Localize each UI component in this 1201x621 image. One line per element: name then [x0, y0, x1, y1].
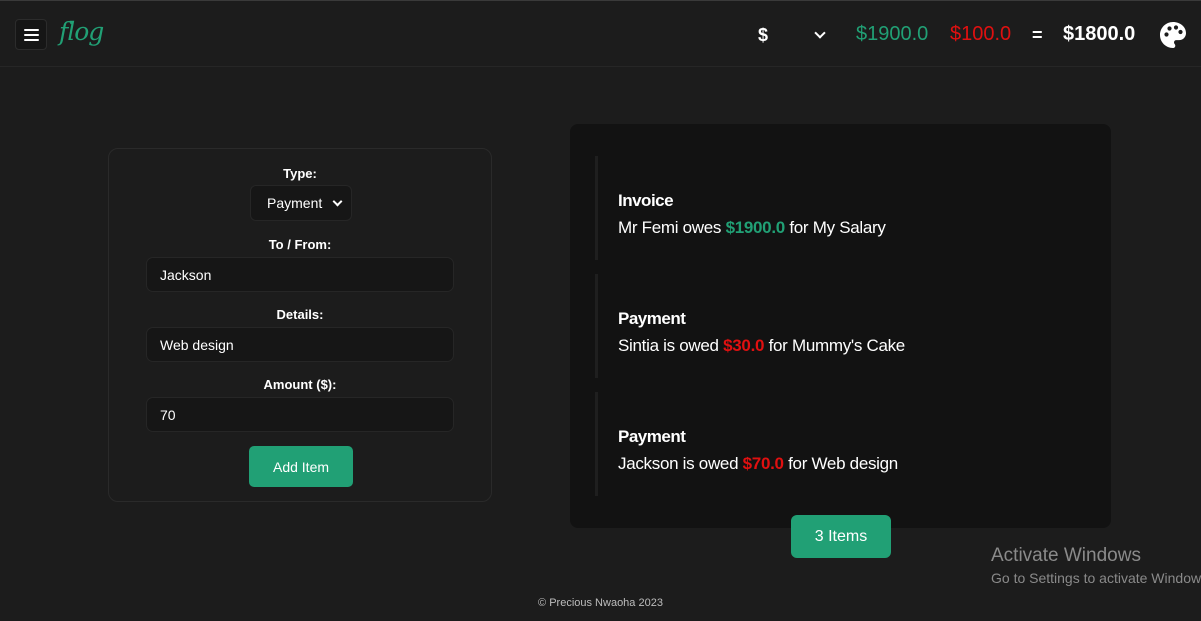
type-select[interactable]: Payment — [250, 185, 352, 221]
type-label: Type: — [283, 166, 317, 181]
item-type: Payment — [618, 427, 686, 446]
app-logo[interactable]: flog — [59, 17, 104, 46]
item-text-post: for My Salary — [784, 218, 886, 237]
add-item-button[interactable]: Add Item — [249, 446, 353, 487]
list-item: Invoice Mr Femi owes $1900.0 for My Sala… — [595, 156, 1085, 260]
tofrom-label: To / From: — [268, 237, 332, 252]
item-amount: $70.0 — [742, 454, 784, 473]
currency-value: $ — [758, 24, 769, 45]
balance-total: $1800.0 — [1063, 23, 1136, 45]
watermark-title: Activate Windows — [991, 545, 1141, 566]
total-income: $1900.0 — [856, 23, 929, 45]
tofrom-input[interactable] — [146, 257, 454, 292]
hamburger-icon-bar — [23, 33, 39, 36]
item-amount: $1900.0 — [725, 218, 786, 237]
hamburger-icon-bar — [23, 38, 39, 41]
equals-sign: = — [1032, 25, 1043, 45]
item-description: Jackson is owed $70.0 for Web design — [618, 454, 898, 474]
amount-input[interactable] — [146, 397, 454, 432]
app-header: flog $ $1900.0 $100.0 = $1800.0 — [0, 1, 1201, 67]
item-text-pre: Sintia is owed — [618, 336, 724, 355]
footer-copyright: © Precious Nwaoha 2023 — [538, 597, 663, 609]
item-count-button[interactable]: 3 Items — [791, 515, 891, 558]
item-text-pre: Jackson is owed — [618, 454, 743, 473]
chevron-down-icon — [814, 26, 826, 39]
item-type: Payment — [618, 309, 686, 328]
details-input[interactable] — [146, 327, 454, 362]
details-label: Details: — [276, 307, 324, 322]
item-description: Sintia is owed $30.0 for Mummy's Cake — [618, 336, 905, 356]
currency-select[interactable]: $ — [746, 21, 832, 49]
palette-icon[interactable] — [1159, 21, 1187, 49]
menu-button[interactable] — [15, 19, 47, 50]
type-select-value: Payment — [267, 195, 323, 211]
total-expense: $100.0 — [950, 23, 1012, 45]
add-item-form: Type: Payment To / From: Details: Amount… — [108, 148, 492, 502]
item-text-post: for Web design — [783, 454, 898, 473]
amount-label: Amount ($): — [263, 377, 337, 392]
item-amount: $30.0 — [723, 336, 765, 355]
list-item: Payment Jackson is owed $70.0 for Web de… — [595, 392, 1085, 496]
item-text-pre: Mr Femi owes — [618, 218, 726, 237]
list-item: Payment Sintia is owed $30.0 for Mummy's… — [595, 274, 1085, 378]
chevron-down-icon — [332, 196, 343, 206]
item-text-post: for Mummy's Cake — [764, 336, 906, 355]
activate-windows-watermark: Activate Windows Go to Settings to activ… — [991, 545, 1201, 586]
watermark-subtitle: Go to Settings to activate Windows. — [991, 570, 1201, 586]
item-type: Invoice — [618, 191, 674, 210]
items-list: Invoice Mr Femi owes $1900.0 for My Sala… — [570, 124, 1111, 528]
item-description: Mr Femi owes $1900.0 for My Salary — [618, 218, 886, 238]
hamburger-icon — [23, 28, 39, 31]
